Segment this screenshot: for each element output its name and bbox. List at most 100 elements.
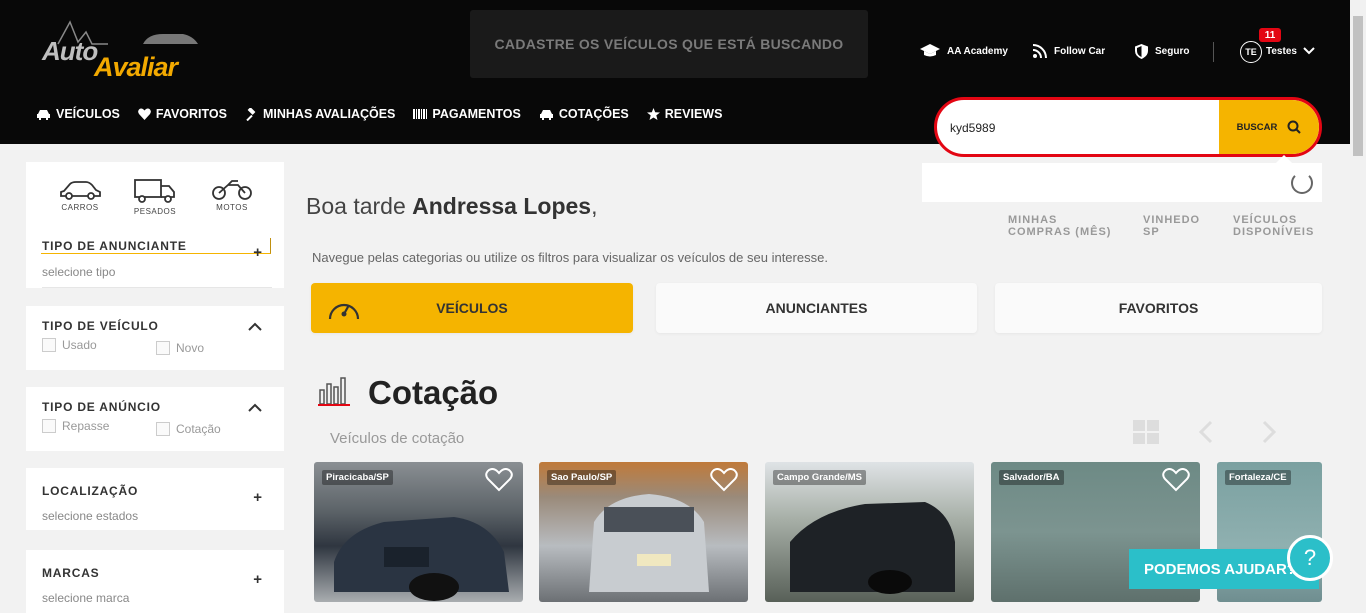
intro-text: Navegue pelas categorias ou utilize os f… <box>312 250 828 265</box>
checkbox-usado[interactable]: Usado <box>42 338 97 352</box>
checkbox-repasse-label: Repasse <box>62 419 110 433</box>
car-icon <box>37 109 50 120</box>
gavel-icon <box>246 107 256 121</box>
nav-reviews-label: REVIEWS <box>664 107 723 121</box>
chevron-left-icon[interactable] <box>1198 420 1214 444</box>
checkbox-repasse[interactable]: Repasse <box>42 419 109 433</box>
greeting-prefix: Boa tarde <box>306 193 406 219</box>
seguro-link[interactable]: Seguro <box>1135 40 1189 62</box>
aa-academy-link[interactable]: AA Academy <box>920 40 1008 62</box>
buscar-label: BUSCAR <box>1236 121 1278 133</box>
greeting-suffix: , <box>591 193 598 219</box>
header-divider <box>1213 42 1214 62</box>
filter-tipo-anunciante[interactable]: TIPO DE ANUNCIANTE + selecione tipo <box>26 226 284 288</box>
vehicle-location: Sao Paulo/SP <box>547 470 617 485</box>
nav-cotacoes-label: COTAÇÕES <box>558 107 629 121</box>
tab-favoritos[interactable]: FAVORITOS <box>995 283 1322 333</box>
stat-minhas-compras: MINHAS COMPRAS (MÊS) <box>1008 214 1111 238</box>
category-motos[interactable]: MOTOS <box>207 178 257 212</box>
page-scrollbar[interactable] <box>1350 0 1366 613</box>
tab-anunciantes-label: ANUNCIANTES <box>765 300 868 316</box>
chevron-up-icon[interactable] <box>248 322 262 331</box>
seguro-label: Seguro <box>1155 45 1190 57</box>
nav-reviews[interactable]: REVIEWS <box>646 107 723 121</box>
chevron-up-icon[interactable] <box>248 403 262 412</box>
help-question-icon[interactable]: ? <box>1287 535 1333 581</box>
tab-anunciantes[interactable]: ANUNCIANTES <box>656 283 977 333</box>
tab-favoritos-label: FAVORITOS <box>1118 300 1199 316</box>
filter-tipo-veiculo-title: TIPO DE VEÍCULO <box>42 319 159 333</box>
checkbox-box[interactable] <box>156 422 170 436</box>
stat-vinhedo: VINHEDO SP <box>1143 214 1200 238</box>
vehicle-location: Piracicaba/SP <box>322 470 393 485</box>
heart-icon[interactable] <box>1162 468 1190 492</box>
vehicle-card[interactable]: Piracicaba/SP <box>314 462 523 602</box>
checkbox-box[interactable] <box>42 419 56 433</box>
nav-pagamentos-label: PAGAMENTOS <box>432 107 521 121</box>
filter-sidebar: CARROS PESADOS MOTOS TIPO DE ANUNCIANTE … <box>26 162 284 613</box>
plus-icon[interactable]: + <box>253 489 262 506</box>
filter-marcas-title: MARCAS <box>42 566 100 580</box>
nav-minhas-avaliacoes[interactable]: MINHAS AVALIAÇÕES <box>245 107 395 121</box>
scrollbar-thumb[interactable] <box>1353 16 1363 156</box>
vehicle-photo <box>790 502 955 594</box>
speedometer-icon <box>328 303 360 320</box>
chevron-down-icon <box>1303 47 1315 55</box>
nav-veiculos[interactable]: VEÍCULOS <box>36 107 120 121</box>
star-icon <box>646 108 660 120</box>
heart-icon[interactable] <box>710 468 738 492</box>
checkbox-novo[interactable]: Novo <box>156 341 204 355</box>
nav-veiculos-label: VEÍCULOS <box>56 107 120 121</box>
filter-marcas[interactable]: MARCAS + selecione marca <box>26 550 284 613</box>
nav-favoritos[interactable]: FAVORITOS <box>138 107 227 121</box>
search-input[interactable] <box>950 117 1210 139</box>
plus-icon[interactable]: + <box>253 571 262 588</box>
filter-localizacao[interactable]: LOCALIZAÇÃO + selecione estados <box>26 468 284 530</box>
nav-pagamentos[interactable]: PAGAMENTOS <box>413 107 521 121</box>
greeting-user-name: Andressa Lopes <box>412 193 592 219</box>
buscar-button[interactable]: BUSCAR <box>1219 100 1319 154</box>
truck-icon <box>134 179 175 203</box>
nav-cotacoes[interactable]: COTAÇÕES <box>539 107 629 121</box>
checkbox-box[interactable] <box>42 338 56 352</box>
user-menu[interactable]: Testes <box>1266 40 1315 62</box>
autoavaliar-logo[interactable]: Auto Avaliar <box>38 14 208 82</box>
checkbox-cotacao[interactable]: Cotação <box>156 422 221 436</box>
shield-icon <box>1135 43 1148 59</box>
tab-veiculos[interactable]: VEÍCULOS <box>311 283 633 333</box>
chevron-right-icon[interactable] <box>1261 420 1277 444</box>
vehicle-card[interactable]: Sao Paulo/SP <box>539 462 748 602</box>
cadastre-veiculos-banner[interactable]: CADASTRE OS VEÍCULOS QUE ESTÁ BUSCANDO <box>470 10 868 78</box>
heart-icon[interactable] <box>485 468 513 492</box>
vehicle-card[interactable]: Campo Grande/MS <box>765 462 974 602</box>
category-carros-label: CARROS <box>61 203 99 212</box>
checkbox-usado-label: Usado <box>62 338 97 352</box>
car-icon <box>539 109 553 120</box>
stat-line2: COMPRAS (MÊS) <box>1008 226 1112 238</box>
stat-line1: MINHAS <box>1008 214 1058 226</box>
vehicle-location: Fortaleza/CE <box>1225 470 1291 485</box>
plus-icon[interactable]: + <box>253 244 262 261</box>
filter-tipo-anunciante-title: TIPO DE ANUNCIANTE <box>42 239 187 253</box>
vehicle-location: Campo Grande/MS <box>773 470 866 485</box>
user-avatar[interactable]: TE <box>1240 41 1262 63</box>
main-nav: VEÍCULOS FAVORITOS MINHAS AVALIAÇÕES PAG… <box>36 107 722 121</box>
stat-veiculos-disponiveis: VEÍCULOS DISPONÍVEIS <box>1233 214 1314 238</box>
rss-icon <box>1033 44 1047 58</box>
stat-line1: VINHEDO <box>1143 214 1201 226</box>
follow-car-label: Follow Car <box>1054 45 1106 57</box>
search-bar: BUSCAR <box>934 97 1322 157</box>
section-title: Cotação <box>368 374 499 411</box>
filter-tipo-veiculo: TIPO DE VEÍCULO Usado Novo <box>26 306 284 370</box>
car-icon <box>60 181 101 200</box>
follow-car-link[interactable]: Follow Car <box>1033 40 1105 62</box>
search-icon <box>1287 120 1302 134</box>
checkbox-box[interactable] <box>156 341 170 355</box>
category-carros[interactable]: CARROS <box>55 178 105 212</box>
grid-view-icon[interactable] <box>1133 420 1159 444</box>
nav-favoritos-label: FAVORITOS <box>155 107 227 121</box>
category-pesados[interactable]: PESADOS <box>130 178 180 216</box>
motorcycle-icon <box>212 180 252 200</box>
heart-icon <box>138 108 151 120</box>
vehicle-photo <box>589 494 709 592</box>
